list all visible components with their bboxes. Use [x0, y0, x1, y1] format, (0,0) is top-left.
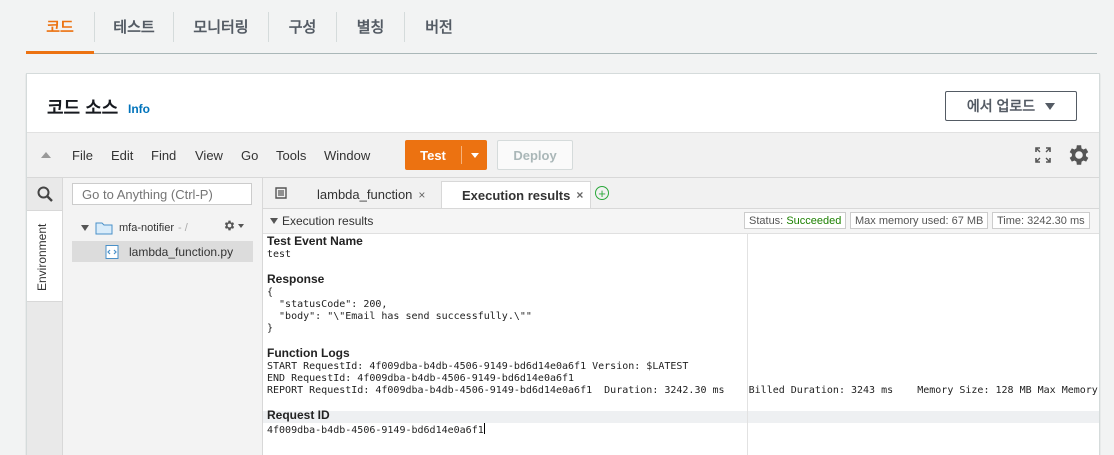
tab-aliases[interactable]: 별칭 [337, 0, 404, 53]
collapse-up-icon[interactable] [41, 152, 51, 158]
folder-name: mfa-notifier [119, 222, 175, 234]
folder-row[interactable]: mfa-notifier - / [81, 221, 188, 235]
folder-path: - / [178, 222, 188, 234]
side-panel-strip: Environment [27, 178, 63, 455]
go-to-anything-input[interactable] [72, 183, 252, 205]
collapse-triangle-icon[interactable] [270, 218, 278, 224]
menu-window[interactable]: Window [324, 148, 370, 163]
tab-configuration[interactable]: 구성 [269, 0, 336, 53]
request-id-heading: Request ID [267, 408, 330, 422]
test-split-button[interactable]: Test [405, 140, 487, 170]
panel-title: 코드 소스 [47, 98, 119, 118]
caret-down-icon [1045, 102, 1056, 110]
test-dropdown[interactable] [462, 152, 487, 158]
status-label: Status: [749, 215, 784, 227]
upload-button-label: 에서 업로드 [966, 98, 1036, 114]
execution-results-header: Execution results Status: Succeeded Max … [263, 209, 1099, 234]
menu-go[interactable]: Go [241, 148, 258, 163]
status-badge: Status: Succeeded [744, 212, 847, 229]
tab-code[interactable]: 코드 [26, 0, 94, 54]
tab-versions[interactable]: 버전 [405, 0, 473, 53]
expand-triangle-icon[interactable] [81, 225, 89, 231]
tab-test[interactable]: 테스트 [95, 0, 173, 53]
response-line: { [267, 287, 274, 298]
response-heading: Response [267, 272, 325, 286]
execution-output[interactable]: Test Event Name test Response { "statusC… [267, 235, 1098, 437]
close-icon[interactable]: × [418, 188, 425, 202]
info-link[interactable]: Info [128, 102, 150, 116]
deploy-button[interactable]: Deploy [497, 140, 573, 170]
caret-down-icon [470, 152, 479, 158]
caret-down-icon [238, 223, 244, 228]
response-line: "body": "\"Email has send successfully.\… [267, 311, 532, 322]
function-logs-heading: Function Logs [267, 346, 350, 360]
settings-gear-icon[interactable] [1066, 142, 1092, 168]
file-tree: mfa-notifier - / lambda_function.py [63, 178, 263, 455]
editor-tab-label: Execution results [462, 187, 571, 203]
tab-list-icon[interactable] [274, 187, 288, 199]
folder-icon [95, 222, 113, 235]
search-icon[interactable] [37, 186, 53, 202]
response-line: } [267, 323, 274, 334]
upload-from-button[interactable]: 에서 업로드 [945, 91, 1077, 121]
add-tab-icon[interactable]: + [595, 186, 609, 200]
code-source-panel: 코드 소스 Info 에서 업로드 File Edit Find View Go… [26, 73, 1100, 455]
fullscreen-icon[interactable] [1035, 147, 1051, 163]
cloud9-editor: File Edit Find View Go Tools Window Test… [27, 132, 1099, 455]
editor-tab-execution-results[interactable]: Execution results × [441, 181, 591, 208]
text-cursor [483, 423, 485, 434]
time-badge: Time: 3242.30 ms [992, 212, 1090, 229]
editor-tab-bar: lambda_function × Execution results × + [263, 178, 1099, 209]
test-event-heading: Test Event Name [267, 234, 363, 248]
status-value: Succeeded [786, 215, 842, 227]
menu-view[interactable]: View [195, 148, 223, 163]
memory-badge: Max memory used: 67 MB [850, 212, 989, 229]
menu-file[interactable]: File [72, 148, 93, 163]
environment-tab[interactable]: Environment [27, 210, 62, 302]
log-line: REPORT RequestId: 4f009dba-b4db-4506-914… [267, 385, 1098, 396]
log-line: START RequestId: 4f009dba-b4db-4506-9149… [267, 361, 689, 372]
log-line: END RequestId: 4f009dba-b4db-4506-9149-b… [267, 373, 575, 384]
execution-results-pane: Execution results Status: Succeeded Max … [263, 209, 1099, 455]
editor-tab-label: lambda_function [317, 187, 413, 202]
file-name: lambda_function.py [129, 244, 234, 259]
menu-edit[interactable]: Edit [111, 148, 133, 163]
test-button[interactable]: Test [405, 148, 461, 163]
test-event-value: test [267, 249, 292, 260]
response-line: "statusCode": 200, [267, 299, 388, 310]
tree-settings[interactable] [223, 219, 244, 232]
editor-tab-lambda-function[interactable]: lambda_function × [303, 181, 443, 208]
environment-label: Environment [35, 223, 49, 291]
gear-icon [224, 220, 235, 231]
request-id-value: 4f009dba-b4db-4506-9149-bd6d14e0a6f1 [267, 425, 484, 436]
tab-monitoring[interactable]: 모니터링 [174, 0, 268, 53]
close-icon[interactable]: × [576, 188, 583, 202]
menu-tools[interactable]: Tools [276, 148, 306, 163]
file-item-lambda-function[interactable]: lambda_function.py [72, 241, 253, 262]
ide-menubar: File Edit Find View Go Tools Window Test… [27, 133, 1099, 178]
python-file-icon [105, 244, 119, 259]
function-tabs: 코드 테스트 모니터링 구성 별칭 버전 [26, 0, 1097, 54]
menu-find[interactable]: Find [151, 148, 176, 163]
execution-results-title: Execution results [282, 214, 374, 228]
